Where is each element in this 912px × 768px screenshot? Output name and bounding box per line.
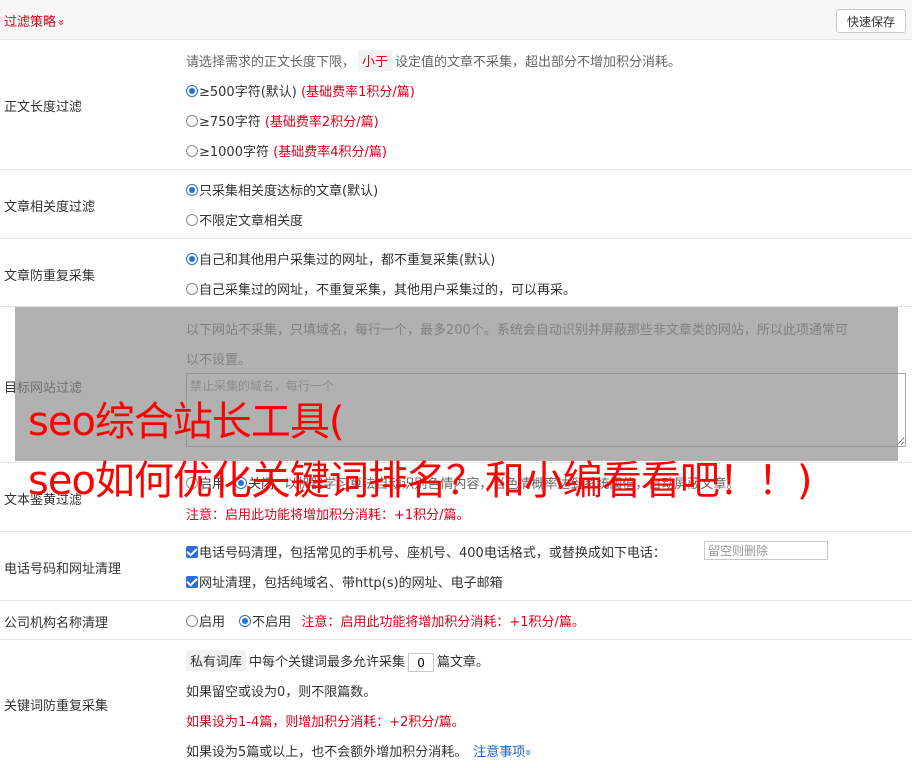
checkbox[interactable] bbox=[186, 546, 198, 558]
length-filter-desc: 请选择需求的正文长度下限， 小于 设定值的文章不采集，超出部分不增加积分消耗。 bbox=[186, 50, 681, 71]
length-filter-label: 正文长度过滤 bbox=[4, 100, 83, 115]
porn-filter-label: 文本鉴黄过滤 bbox=[4, 493, 83, 508]
porn-filter-section: 文本鉴黄过滤 启用 关闭 以机器学习算法自动识别色情内容，当色情概率达到系统阈值… bbox=[0, 463, 912, 532]
chevron-down-icon: » bbox=[522, 749, 536, 756]
dedup-section: 文章防重复采集 自己和其他用户采集过的网址，都不重复采集(默认) 自己采集过的网… bbox=[0, 239, 912, 307]
radio-button[interactable] bbox=[186, 145, 198, 157]
blocked-domains-textarea[interactable] bbox=[186, 373, 906, 447]
company-option-off[interactable]: 不启用 bbox=[239, 615, 291, 630]
relevance-section: 文章相关度过滤 只采集相关度达标的文章(默认) 不限定文章相关度 bbox=[0, 170, 912, 239]
radio-button[interactable] bbox=[186, 184, 198, 196]
less-than-tag: 小于 bbox=[358, 50, 393, 71]
company-section: 公司机构名称清理 启用 不启用 注意：启用此功能将增加积分消耗：+1积分/篇。 bbox=[0, 601, 912, 640]
length-option-500[interactable]: ≥500字符(默认) (基础费率1积分/篇) bbox=[186, 81, 415, 100]
keyword-limit-line: 私有词库中每个关键词最多允许采集篇文章。 bbox=[186, 650, 489, 672]
quick-save-button[interactable]: 快速保存 bbox=[836, 9, 906, 33]
filter-header: 过滤策略» 快速保存 bbox=[0, 0, 912, 40]
replacement-phone-input[interactable] bbox=[704, 541, 828, 560]
company-label: 公司机构名称清理 bbox=[4, 616, 109, 631]
target-site-desc-line1: 以下网站不采集，只填域名，每行一个，最多200个。系统会自动识别并屏蔽那些非文章… bbox=[186, 323, 848, 338]
company-option-on[interactable]: 启用 bbox=[186, 615, 225, 630]
porn-filter-desc: 以机器学习算法自动识别色情内容，当色情概率达到系统阈值，自动屏蔽文章。 bbox=[284, 477, 740, 492]
radio-button[interactable] bbox=[186, 615, 198, 627]
porn-filter-options: 启用 关闭 以机器学习算法自动识别色情内容，当色情概率达到系统阈值，自动屏蔽文章… bbox=[186, 473, 739, 492]
url-clean-option[interactable]: 网址清理，包括纯域名、带http(s)的网址、电子邮箱 bbox=[186, 572, 503, 591]
length-option-750[interactable]: ≥750字符 (基础费率2积分/篇) bbox=[186, 111, 379, 130]
radio-button[interactable] bbox=[186, 477, 198, 489]
phone-clean-option[interactable]: 电话号码清理，包括常见的手机号、座机号、400电话格式，或替换成如下电话： bbox=[186, 542, 666, 561]
radio-button[interactable] bbox=[186, 115, 198, 127]
phone-url-label: 电话号码和网址清理 bbox=[4, 562, 122, 577]
keyword-rule-3: 如果设为5篇或以上，也不会额外增加积分消耗。 注意事项» bbox=[186, 745, 536, 760]
keyword-rule-2: 如果设为1-4篇，则增加积分消耗：+2积分/篇。 bbox=[186, 715, 465, 730]
radio-button[interactable] bbox=[186, 214, 198, 226]
keyword-dedup-section: 关键词防重复采集 私有词库中每个关键词最多允许采集篇文章。 如果留空或设为0，则… bbox=[0, 640, 912, 768]
company-note: 注意：启用此功能将增加积分消耗：+1积分/篇。 bbox=[301, 615, 585, 630]
length-option-1000[interactable]: ≥1000字符 (基础费率4积分/篇) bbox=[186, 141, 387, 160]
dedup-option-self[interactable]: 自己采集过的网址，不重复采集，其他用户采集过的，可以再采。 bbox=[186, 279, 576, 298]
keyword-dedup-label: 关键词防重复采集 bbox=[4, 699, 109, 714]
relevance-option-qualified[interactable]: 只采集相关度达标的文章(默认) bbox=[186, 180, 378, 199]
keyword-limit-input[interactable] bbox=[408, 653, 435, 672]
length-filter-section: 正文长度过滤 请选择需求的正文长度下限， 小于 设定值的文章不采集，超出部分不增加积… bbox=[0, 40, 912, 170]
notes-link[interactable]: 注意事项» bbox=[473, 745, 536, 760]
radio-button[interactable] bbox=[186, 253, 198, 265]
radio-button[interactable] bbox=[235, 477, 248, 489]
chevron-down-icon: » bbox=[54, 19, 68, 26]
relevance-option-unlimited[interactable]: 不限定文章相关度 bbox=[186, 210, 303, 229]
porn-filter-note: 注意：启用此功能将增加积分消耗：+1积分/篇。 bbox=[186, 508, 470, 523]
radio-button[interactable] bbox=[186, 85, 198, 97]
dedup-label: 文章防重复采集 bbox=[4, 269, 96, 284]
private-lexicon-tag: 私有词库 bbox=[186, 650, 247, 671]
company-options: 启用 不启用 注意：启用此功能将增加积分消耗：+1积分/篇。 bbox=[186, 611, 585, 630]
radio-button[interactable] bbox=[186, 283, 198, 295]
dedup-option-all[interactable]: 自己和其他用户采集过的网址，都不重复采集(默认) bbox=[186, 249, 495, 268]
checkbox[interactable] bbox=[186, 576, 198, 588]
porn-option-on[interactable]: 启用 bbox=[186, 477, 225, 492]
target-site-desc-line2: 以不设置。 bbox=[186, 353, 252, 368]
filter-strategy-title[interactable]: 过滤策略» bbox=[4, 11, 68, 30]
target-site-label: 目标网站过滤 bbox=[4, 381, 83, 396]
radio-button[interactable] bbox=[239, 615, 252, 627]
relevance-label: 文章相关度过滤 bbox=[4, 200, 96, 215]
keyword-rule-1: 如果留空或设为0，则不限篇数。 bbox=[186, 685, 377, 700]
porn-option-off[interactable]: 关闭 bbox=[235, 477, 274, 492]
